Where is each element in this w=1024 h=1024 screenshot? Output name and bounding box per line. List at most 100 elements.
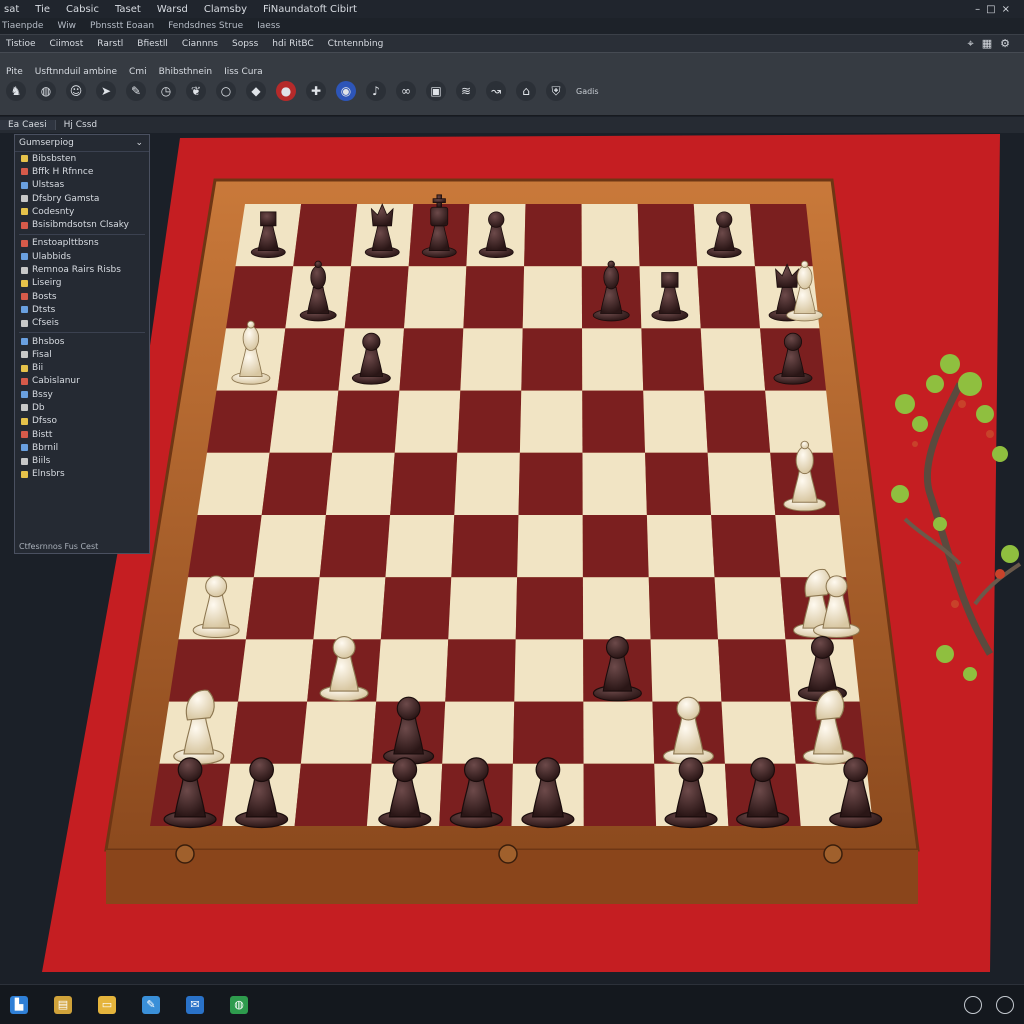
panel-list-item[interactable]: Bffk H Rfnnce — [15, 165, 149, 178]
shield-icon[interactable]: ⛨ — [546, 81, 566, 101]
tab-item[interactable]: Fendsdnes Strue — [168, 21, 243, 31]
board-square[interactable] — [524, 204, 582, 267]
board-square[interactable] — [238, 639, 314, 702]
network-icon[interactable] — [964, 995, 982, 1014]
ribbon-tab[interactable]: Bfiestll — [137, 39, 168, 49]
earth-icon[interactable]: ◉ — [336, 81, 356, 101]
board-square[interactable] — [230, 701, 308, 764]
board-square[interactable] — [721, 701, 796, 764]
panel-list-item[interactable]: Elnsbrs — [15, 468, 149, 481]
gift-icon[interactable]: ▣ — [426, 81, 446, 101]
board-square[interactable] — [519, 390, 583, 453]
board-square[interactable] — [521, 328, 583, 391]
board-square[interactable] — [645, 452, 712, 515]
browser-icon[interactable]: ◍ — [230, 995, 248, 1014]
ribbon-tab[interactable]: Sopss — [232, 39, 258, 49]
board-square[interactable] — [394, 390, 461, 453]
menu-item[interactable]: Clamsby — [204, 4, 247, 15]
board-square[interactable] — [332, 390, 400, 453]
panel-list-item[interactable]: Bistt — [15, 428, 149, 441]
hat-icon[interactable]: ⌂ — [516, 81, 536, 101]
board-square[interactable] — [448, 577, 518, 640]
panel-list-item[interactable]: Bosts — [15, 290, 149, 303]
ribbon-tab[interactable]: Rarstl — [97, 39, 123, 49]
board-square[interactable] — [512, 701, 584, 764]
ribbon-tab[interactable]: Ciimost — [49, 39, 83, 49]
board-square[interactable] — [697, 266, 761, 329]
board-square[interactable] — [313, 577, 386, 640]
board-square[interactable] — [269, 390, 339, 453]
board-square[interactable] — [399, 328, 464, 391]
globe-icon[interactable]: ◍ — [36, 81, 56, 101]
panel-list-item[interactable]: Bibsbsten — [15, 152, 149, 165]
board-square[interactable] — [583, 701, 655, 764]
menu-item[interactable]: Taset — [115, 4, 141, 15]
board-square[interactable] — [637, 204, 698, 267]
toolbar-item[interactable]: Cmi — [129, 67, 147, 77]
tab-item[interactable]: Tiaenpde — [2, 21, 43, 31]
panel-list-item[interactable]: Bbrnil — [15, 441, 149, 454]
panel-list-item[interactable]: Cabislanur — [15, 375, 149, 388]
toolbar-item[interactable]: Usftnnduil ambine — [35, 67, 117, 77]
board-square[interactable] — [582, 452, 647, 515]
menu-item[interactable]: Cabsic — [66, 4, 99, 15]
board-square[interactable] — [582, 390, 646, 453]
panel-header[interactable]: Gumserpiog ⌄ — [15, 135, 149, 152]
board-square[interactable] — [293, 204, 358, 267]
tab-item[interactable]: Wiw — [57, 21, 76, 31]
board-square[interactable] — [325, 452, 395, 515]
board-square[interactable] — [261, 452, 333, 515]
board-square[interactable] — [245, 577, 320, 640]
board-square[interactable] — [707, 452, 776, 515]
board-square[interactable] — [718, 639, 791, 702]
board-square[interactable] — [650, 639, 722, 702]
settings-icon[interactable]: ⚙ — [1000, 37, 1010, 51]
circle-icon[interactable]: ○ — [216, 81, 236, 101]
panel-list-item[interactable]: Ulstsas — [15, 179, 149, 192]
board-square[interactable] — [514, 639, 584, 702]
board-square[interactable] — [460, 328, 523, 391]
grid-icon[interactable]: ▦ — [982, 37, 992, 51]
board-square[interactable] — [648, 577, 719, 640]
close-icon[interactable]: × — [1002, 4, 1010, 15]
user-icon[interactable]: ☺ — [66, 81, 86, 101]
folder-icon[interactable]: ▭ — [98, 995, 116, 1014]
board-square[interactable] — [582, 577, 651, 640]
board-square[interactable] — [197, 452, 270, 515]
file-manager-icon[interactable]: ▤ — [54, 995, 72, 1014]
chevron-down-icon[interactable]: ⌄ — [135, 138, 149, 148]
board-square[interactable] — [643, 390, 708, 453]
board-square[interactable] — [344, 266, 409, 329]
panel-list-item[interactable]: Fisal — [15, 348, 149, 361]
ribbon-tab[interactable]: Ciannns — [182, 39, 218, 49]
board-square[interactable] — [207, 390, 278, 453]
board-square[interactable] — [390, 452, 458, 515]
board-square[interactable] — [385, 515, 455, 578]
panel-list-item[interactable]: Biils — [15, 455, 149, 468]
cursor-icon[interactable]: ➤ — [96, 81, 116, 101]
menu-item[interactable]: Tie — [35, 4, 50, 15]
menu-item[interactable]: sat — [4, 4, 19, 15]
board-square[interactable] — [517, 515, 583, 578]
ribbon-tab[interactable]: Tistioe — [6, 39, 35, 49]
board-square[interactable] — [700, 328, 766, 391]
board-square[interactable] — [442, 701, 515, 764]
leaf-icon[interactable]: ❦ — [186, 81, 206, 101]
panel-list-item[interactable]: Dfsso — [15, 415, 149, 428]
board-square[interactable] — [641, 328, 705, 391]
board-square[interactable] — [582, 328, 644, 391]
tab-item[interactable]: Iaess — [257, 21, 280, 31]
panel-list-item[interactable]: Bhsbos — [15, 335, 149, 348]
board-square[interactable] — [294, 763, 372, 826]
board-square[interactable] — [583, 763, 657, 826]
bird-icon[interactable]: ≋ — [456, 81, 476, 101]
panel-list-item[interactable]: Dtsts — [15, 303, 149, 316]
music-icon[interactable]: ♪ — [366, 81, 386, 101]
panel-list-item[interactable]: Liseirg — [15, 277, 149, 290]
panel-list-item[interactable]: Db — [15, 401, 149, 414]
doc-tab-left[interactable]: Ea Caesi — [0, 120, 56, 130]
board-square[interactable] — [522, 266, 583, 329]
ribbon-tab[interactable]: hdi RitBC — [272, 39, 313, 49]
record-icon[interactable]: ● — [276, 81, 296, 101]
board-square[interactable] — [749, 204, 813, 267]
